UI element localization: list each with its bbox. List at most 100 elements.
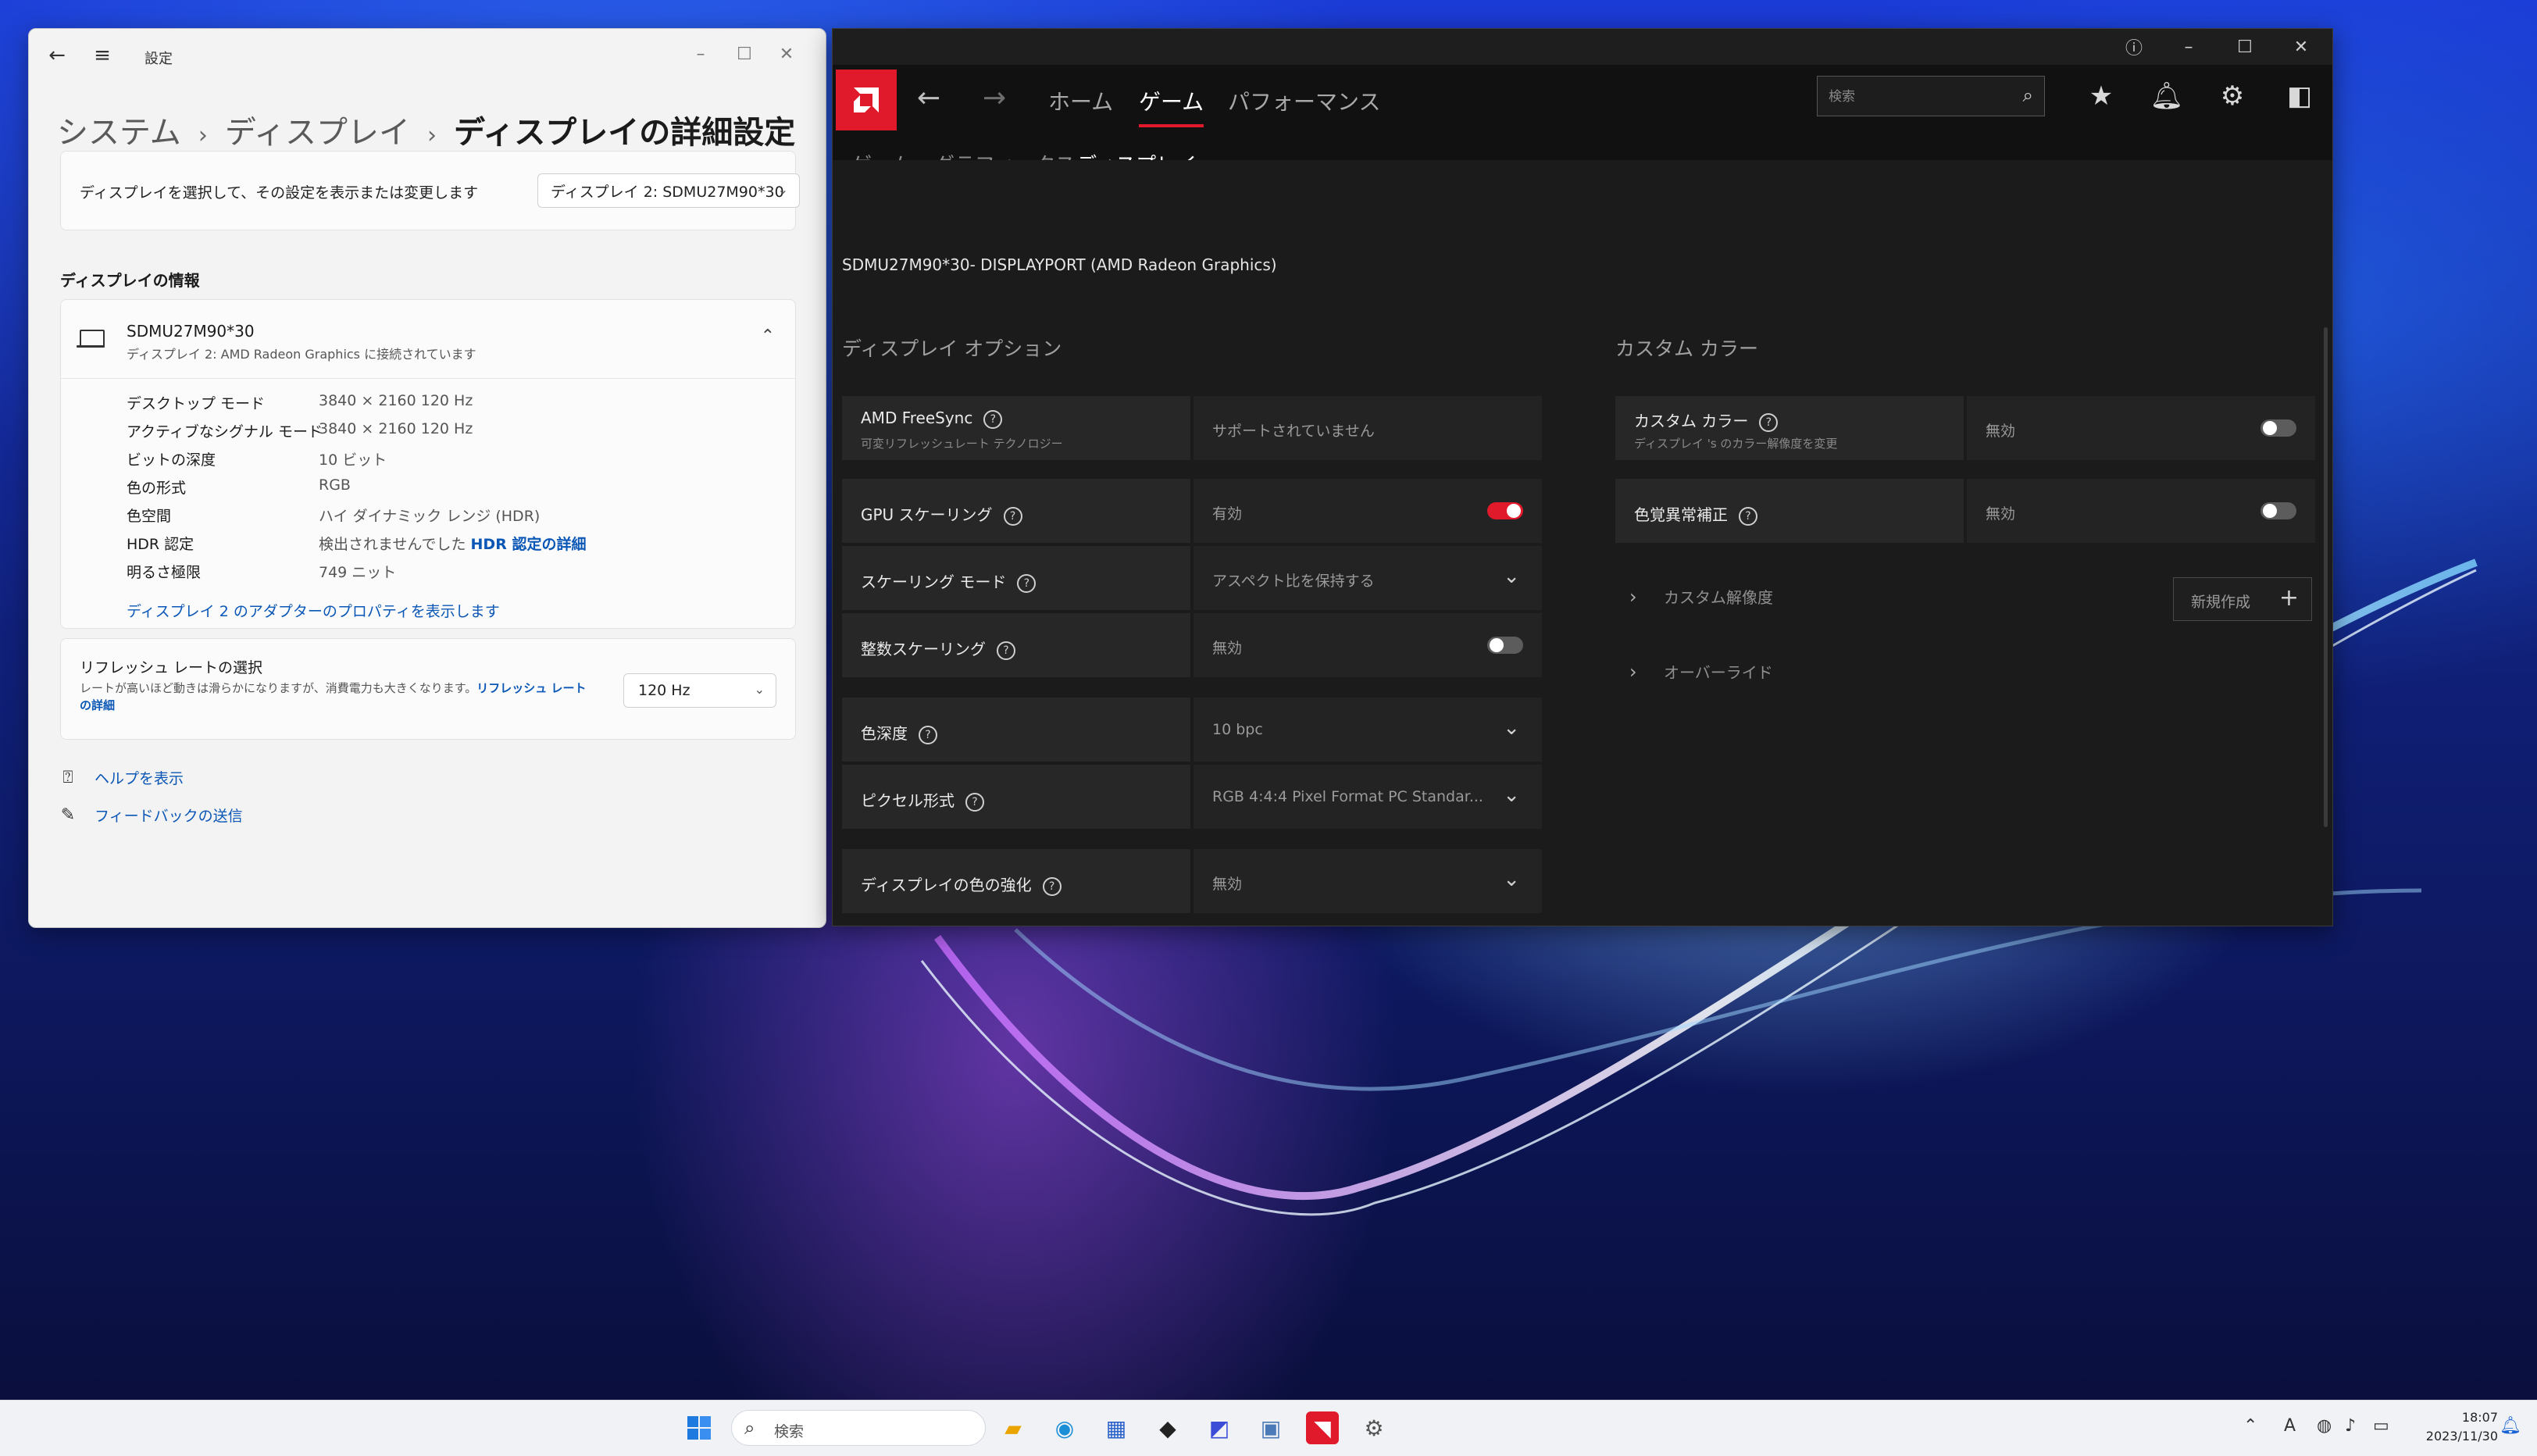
question-mark-icon[interactable]: ? — [1739, 506, 1757, 526]
info-key: 色空間 — [127, 508, 172, 525]
feedback-link[interactable]: ✎ フィードバックの送信 — [57, 804, 243, 826]
nav-forward-icon[interactable]: → — [983, 82, 1006, 114]
info-row: 明るさ極限 749 ニット — [61, 556, 795, 584]
question-mark-icon[interactable]: ? — [1017, 573, 1037, 593]
custom-resolution-expander[interactable]: › カスタム解像度 — [1629, 585, 1773, 608]
maximize-button[interactable]: ☐ — [729, 41, 760, 66]
notification-bell-icon[interactable]: 🔔︎ — [2500, 1416, 2521, 1436]
option-title: スケーリング モード? — [861, 569, 1037, 593]
chevron-down-icon: ⌄ — [754, 682, 765, 697]
help-circle-icon[interactable]: ⓘ — [2118, 35, 2150, 59]
amd-logo[interactable] — [836, 70, 897, 130]
photos-icon[interactable]: ▣ — [1254, 1411, 1287, 1444]
gpu-scaling-value: 有効 — [1212, 505, 1243, 523]
file-explorer-icon[interactable]: ▰ — [997, 1411, 1029, 1444]
breadcrumb-system[interactable]: システム — [57, 115, 181, 151]
network-globe-icon[interactable]: ◍ — [2317, 1416, 2332, 1436]
question-mark-icon[interactable]: ? — [919, 725, 937, 744]
hamburger-menu-icon[interactable]: ≡ — [91, 44, 113, 67]
minimize-button[interactable]: – — [2173, 35, 2204, 59]
display-select-value: ディスプレイ 2: SDMU27M90*30 — [551, 183, 784, 201]
option-color-blindness: 色覚異常補正? 無効 — [1615, 479, 2315, 543]
volume-icon[interactable]: ♪ — [2345, 1416, 2356, 1436]
chevron-down-icon: ⌄ — [1503, 868, 1520, 891]
color-depth-label: 色深度 — [861, 724, 908, 743]
question-mark-icon[interactable]: ? — [965, 792, 984, 812]
search-icon[interactable]: ⌕ — [2023, 84, 2033, 106]
breadcrumb: システム › ディスプレイ › ディスプレイの詳細設定 — [57, 107, 795, 152]
favorites-star-icon[interactable]: ★ — [2084, 80, 2118, 112]
gpu-scaling-label: GPU スケーリング — [861, 505, 993, 524]
maximize-button[interactable]: ☐ — [2229, 35, 2260, 59]
edge-browser-icon[interactable]: ◉ — [1048, 1411, 1081, 1444]
refresh-rate-desc-text: レートが高いほど動きは滑らかになりますが、消費電力も大きくなります。 — [80, 681, 477, 695]
integer-scaling-toggle[interactable] — [1487, 637, 1523, 654]
pixel-format-label: ピクセル形式 — [861, 791, 954, 810]
option-color-depth: 色深度? 10 bpc ⌄ — [842, 698, 1542, 762]
option-value-cell: 無効 — [1967, 479, 2315, 543]
adapter-properties-link[interactable]: ディスプレイ 2 のアダプターのプロパティを表示します — [127, 600, 500, 621]
chevron-right-icon: › — [1629, 586, 1637, 608]
clock-date: 2023/11/30 — [2425, 1429, 2498, 1444]
question-mark-icon[interactable]: ? — [1042, 876, 1062, 896]
nav-tab-performance[interactable]: パフォーマンス — [1228, 85, 1380, 116]
taskbar-clock[interactable]: 18:07 2023/11/30 — [2414, 1408, 2498, 1446]
display-info-heading: ディスプレイの情報 — [60, 271, 200, 290]
amd-content: SDMU27M90*30- DISPLAYPORT (AMD Radeon Gr… — [833, 160, 2332, 926]
nav-tab-home[interactable]: ホーム — [1048, 85, 1113, 116]
new-custom-resolution-button[interactable]: 新規作成 + — [2173, 577, 2312, 621]
settings-titlebar: ← ≡ 設定 – ☐ ✕ — [29, 29, 826, 84]
custom-color-toggle[interactable] — [2260, 419, 2296, 437]
battery-icon[interactable]: ▭ — [2373, 1416, 2389, 1436]
amd-software-window: ⓘ – ☐ ✕ ← → ホーム ゲーム パフォーマンス ⌕ ★ 🔔︎ ⚙ ◧ ゲ… — [832, 28, 2333, 926]
scaling-mode-value: アスペクト比を保持する — [1212, 573, 1375, 590]
gpu-scaling-toggle[interactable] — [1487, 502, 1523, 519]
notifications-bell-icon[interactable]: 🔔︎ — [2150, 80, 2184, 112]
display-select-label: ディスプレイを選択して、その設定を表示または変更します — [80, 184, 479, 202]
app-cube-icon[interactable]: ◆ — [1151, 1411, 1184, 1444]
close-button[interactable]: ✕ — [771, 41, 802, 66]
amd-search-box[interactable]: ⌕ — [1817, 76, 2045, 116]
info-row: 色の形式 RGB — [61, 472, 795, 500]
color-depth-dropdown[interactable]: 10 bpc ⌄ — [1194, 698, 1542, 762]
settings-gear-icon[interactable]: ⚙ — [2215, 80, 2250, 112]
ime-indicator[interactable]: A — [2284, 1416, 2296, 1436]
display-name: SDMU27M90*30 — [127, 322, 255, 341]
question-mark-icon[interactable]: ? — [1759, 412, 1779, 432]
amd-software-taskbar-icon[interactable]: ◥ — [1306, 1411, 1339, 1444]
display-select-dropdown[interactable]: ディスプレイ 2: SDMU27M90*30 ⌄ — [537, 173, 800, 208]
nav-back-icon[interactable]: ← — [917, 82, 940, 114]
hdr-details-link[interactable]: HDR 認定の詳細 — [471, 536, 587, 553]
nav-tab-game[interactable]: ゲーム — [1139, 85, 1204, 127]
chevron-up-icon[interactable]: ⌃ — [761, 327, 775, 346]
tray-chevron-up-icon[interactable]: ⌃ — [2243, 1416, 2257, 1436]
sidebar-toggle-icon[interactable]: ◧ — [2282, 80, 2317, 112]
info-value: ハイ ダイナミック レンジ (HDR) — [319, 508, 541, 525]
display-info-header[interactable]: SDMU27M90*30 ディスプレイ 2: AMD Radeon Graphi… — [61, 300, 795, 379]
close-button[interactable]: ✕ — [2285, 35, 2317, 59]
refresh-rate-dropdown[interactable]: 120 Hz ⌄ — [623, 673, 776, 708]
override-expander[interactable]: › オーバーライド — [1629, 660, 1773, 683]
info-value: RGB — [319, 476, 351, 494]
scaling-mode-dropdown[interactable]: アスペクト比を保持する ⌄ — [1194, 546, 1542, 610]
minimize-button[interactable]: – — [685, 41, 716, 66]
app-chart-icon[interactable]: ◩ — [1203, 1411, 1236, 1444]
scrollbar[interactable] — [2324, 327, 2328, 827]
color-enhancement-dropdown[interactable]: 無効 ⌄ — [1194, 849, 1542, 913]
pixel-format-dropdown[interactable]: RGB 4:4:4 Pixel Format PC Standar... ⌄ — [1194, 765, 1542, 829]
start-windows-icon[interactable] — [683, 1411, 715, 1444]
taskbar-search[interactable]: ⌕ 検索 — [731, 1410, 986, 1446]
question-mark-icon[interactable]: ? — [983, 409, 1003, 429]
question-mark-icon[interactable]: ? — [997, 641, 1015, 660]
custom-color-label: カスタム カラー — [1634, 412, 1749, 430]
back-arrow-icon[interactable]: ← — [46, 44, 68, 67]
info-row: 色空間 ハイ ダイナミック レンジ (HDR) — [61, 500, 795, 528]
color-enhancement-value: 無効 — [1212, 876, 1243, 893]
settings-taskbar-icon[interactable]: ⚙ — [1358, 1411, 1390, 1444]
color-blindness-toggle[interactable] — [2260, 502, 2296, 519]
store-icon[interactable]: ▦ — [1100, 1411, 1133, 1444]
breadcrumb-display[interactable]: ディスプレイ — [225, 115, 410, 151]
amd-search-input[interactable] — [1827, 86, 2010, 108]
question-mark-icon[interactable]: ? — [1003, 506, 1022, 526]
help-link[interactable]: ⍰ ヘルプを表示 — [57, 766, 184, 788]
